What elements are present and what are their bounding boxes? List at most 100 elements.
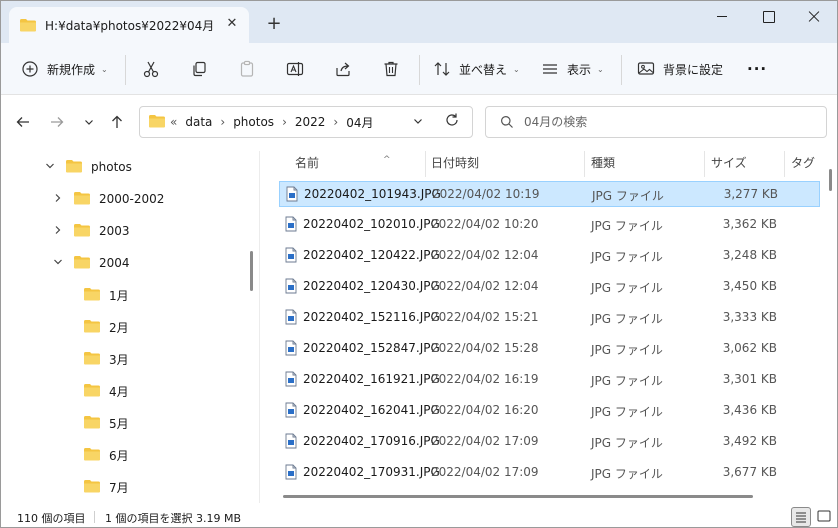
table-row[interactable]: 20220402_120422.JPG 2022/04/02 12:04 JPG フ… [279,243,820,269]
chevron-right-icon[interactable]: › [333,115,338,129]
table-row[interactable]: 20220402_162041.JPG 2022/04/02 16:20 JPG フ… [279,398,820,424]
chevron-right-icon[interactable]: › [282,115,287,129]
tree-item-photos[interactable]: photos [43,151,132,183]
file-type: JPG ファイル [591,405,663,419]
file-name: 20220402_161921.JPG [303,372,440,386]
file-name: 20220402_162041.JPG [303,403,440,417]
refresh-icon[interactable] [444,112,460,132]
tree-item-label: 3月 [109,352,129,367]
back-arrow-icon[interactable] [11,110,35,134]
file-name: 20220402_152116.JPG [303,310,440,324]
sort-icon [433,60,451,78]
new-label: 新規作成 [47,62,96,77]
column-divider[interactable] [784,151,785,177]
chevron-down-icon[interactable] [51,257,65,270]
column-header-size[interactable]: サイズ [711,151,747,177]
maximize-button[interactable] [745,1,791,33]
chevron-down-icon: ⌄ [597,64,604,74]
image-file-icon [285,402,297,421]
file-date: 2022/04/02 16:20 [431,403,539,417]
column-header-date[interactable]: 日付時刻 [431,151,479,177]
copy-icon [190,60,208,78]
tree-item-2003[interactable]: 2003 [51,215,130,247]
recent-locations-chevron-icon[interactable] [77,110,101,134]
column-divider[interactable] [704,151,705,177]
divider [94,511,95,523]
tree-item-2004[interactable]: 2004 [51,247,130,279]
breadcrumb-04[interactable]: 04月 [346,114,373,131]
address-bar[interactable]: « data › photos › 2022 › 04月 [139,106,473,138]
column-header-tag[interactable]: タグ [791,151,815,177]
set-background-button[interactable]: 背景に設定 [637,55,723,83]
pane-divider[interactable] [259,151,260,503]
status-bar: 110 個の項目 1 個の項目を選択 3.19 MB [1,505,837,527]
divider [419,55,420,85]
table-row[interactable]: 20220402_102010.JPG 2022/04/02 10:20 JPG フ… [279,212,820,238]
file-list-vertical-scrollbar[interactable] [829,169,832,191]
sort-button[interactable]: 並べ替え ⌄ [433,55,520,83]
forward-arrow-icon[interactable] [45,110,69,134]
folder-icon [83,382,101,401]
new-button[interactable]: 新規作成 ⌄ [21,55,108,83]
tree-item-label: photos [91,160,132,174]
table-row[interactable]: 20220402_152847.JPG 2022/04/02 15:28 JPG フ… [279,336,820,362]
chevron-right-icon[interactable]: › [220,115,225,129]
paste-button[interactable] [231,55,263,83]
rename-button[interactable] [279,55,311,83]
breadcrumb-data[interactable]: data [185,115,212,129]
table-row[interactable]: 20220402_120430.JPG 2022/04/02 12:04 JPG フ… [279,274,820,300]
chevron-right-icon[interactable] [51,225,65,238]
column-header-type[interactable]: 種類 [591,151,615,177]
file-date: 2022/04/02 12:04 [431,279,539,293]
address-dropdown-chevron-icon[interactable] [412,115,424,130]
tree-item-month-7[interactable]: 7月 [83,471,129,503]
tree-item-month-4[interactable]: 4月 [83,375,129,407]
view-button[interactable]: 表示 ⌄ [541,55,604,83]
table-row[interactable]: 20220402_170916.JPG 2022/04/02 17:09 JPG フ… [279,429,820,455]
plus-icon[interactable]: + [263,13,285,35]
copy-button[interactable] [183,55,215,83]
tab-current-folder[interactable]: H:¥data¥photos¥2022¥04月 ✕ [9,7,249,43]
file-type: JPG ファイル [591,467,663,481]
large-icons-view-button[interactable] [815,507,835,527]
breadcrumb-photos[interactable]: photos [233,115,274,129]
details-view-button[interactable] [791,507,811,527]
up-arrow-icon[interactable] [105,110,129,134]
file-list: 名前 ^ 日付時刻 種類 サイズ タグ 20220402_101943.JPG 2… [265,151,837,503]
column-divider[interactable] [584,151,585,177]
share-button[interactable] [327,55,359,83]
column-divider[interactable] [425,151,426,177]
cut-button[interactable] [135,55,167,83]
breadcrumb-2022[interactable]: 2022 [295,115,326,129]
table-row[interactable]: 20220402_101943.JPG 2022/04/02 10:19 JPG フ… [279,181,820,207]
tree-item-month-5[interactable]: 5月 [83,407,129,439]
search-input[interactable] [524,113,814,131]
file-list-horizontal-scrollbar[interactable] [283,495,753,498]
column-header-name[interactable]: 名前 ^ [295,151,391,177]
tree-item-month-6[interactable]: 6月 [83,439,129,471]
folder-icon [83,446,101,465]
file-name: 20220402_101943.JPG [304,187,441,201]
chevron-down-icon[interactable] [43,161,57,174]
tree-item-2000-2002[interactable]: 2000-2002 [51,183,164,215]
close-icon[interactable]: ✕ [221,13,243,35]
tree-item-month-1[interactable]: 1月 [83,279,129,311]
table-row[interactable]: 20220402_170931.JPG 2022/04/02 17:09 JPG フ… [279,460,820,486]
minimize-button[interactable] [699,1,745,33]
image-file-icon [285,433,297,452]
file-date: 2022/04/02 15:28 [431,341,539,355]
table-row[interactable]: 20220402_161921.JPG 2022/04/02 16:19 JPG フ… [279,367,820,393]
tree-item-month-3[interactable]: 3月 [83,343,129,375]
trash-icon [382,60,400,78]
breadcrumb-overflow[interactable]: « [170,115,177,129]
delete-button[interactable] [375,55,407,83]
sidebar-scrollbar[interactable] [250,251,253,291]
table-row[interactable]: 20220402_152116.JPG 2022/04/02 15:21 JPG フ… [279,305,820,331]
file-size: 3,492 KB [722,434,777,448]
tree-item-label: 2004 [99,256,130,270]
close-window-button[interactable] [791,1,837,33]
chevron-right-icon[interactable] [51,193,65,206]
tree-item-month-2[interactable]: 2月 [83,311,129,343]
more-options-button[interactable]: ··· [747,55,767,83]
search-box[interactable] [485,106,827,138]
